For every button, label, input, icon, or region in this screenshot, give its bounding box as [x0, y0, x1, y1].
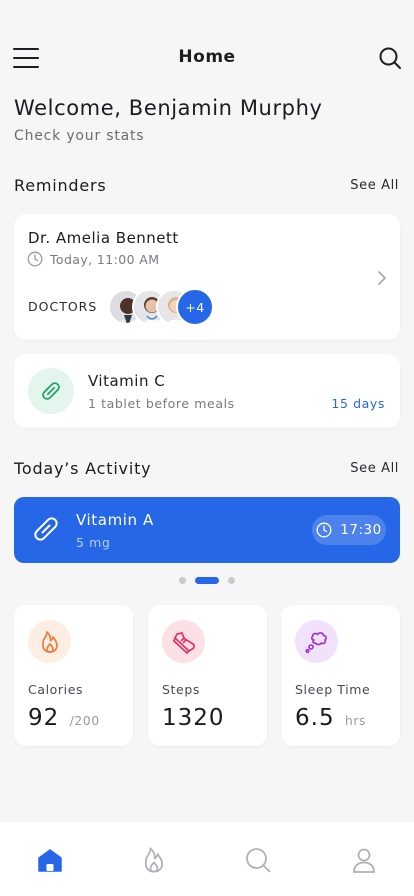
activity-time: 17:30	[340, 522, 382, 538]
home-icon	[38, 849, 62, 872]
tab-profile[interactable]	[350, 846, 378, 874]
stat-value: 1320	[162, 705, 225, 731]
doctor-reminder-card[interactable]: Dr. Amelia Bennett Today, 11:00 AM DOCTO…	[14, 214, 400, 340]
doctor-name: Dr. Amelia Bennett	[28, 229, 179, 247]
flame-icon	[41, 630, 58, 653]
pill-icon	[34, 517, 58, 541]
profile-icon	[353, 848, 375, 873]
doctors-label: DOCTORS	[28, 299, 98, 314]
calories-stat-card[interactable]: Calories 92 /200	[14, 605, 133, 746]
stat-value: 6.5 hrs	[295, 705, 366, 731]
medication-duration: 15 days	[331, 396, 385, 411]
vitamin-reminder-card[interactable]: Vitamin C 1 tablet before meals 15 days	[14, 354, 400, 428]
stat-label: Sleep Time	[295, 682, 371, 697]
medication-name: Vitamin C	[88, 372, 166, 390]
sneaker-icon	[172, 631, 195, 654]
stat-label: Calories	[28, 682, 84, 697]
stat-value: 92 /200	[28, 705, 100, 731]
flame-icon	[144, 847, 164, 873]
activity-title: Today’s Activity	[14, 459, 152, 478]
activity-medication-dose: 5 mg	[76, 535, 111, 550]
clock-icon	[316, 522, 332, 538]
chevron-right-icon[interactable]	[376, 270, 388, 286]
stat-unit: hrs	[344, 713, 366, 728]
stat-unit: /200	[69, 713, 100, 728]
appointment-time: Today, 11:00 AM	[50, 252, 160, 267]
flame-icon-container	[28, 620, 71, 663]
search-icon	[246, 848, 271, 873]
tab-activity[interactable]	[140, 846, 168, 874]
sneaker-icon-container	[162, 620, 205, 663]
steps-stat-card[interactable]: Steps 1320	[148, 605, 267, 746]
search-button[interactable]	[378, 46, 402, 70]
stat-label: Steps	[162, 682, 200, 697]
dream-bubble-icon	[304, 631, 327, 653]
search-icon	[379, 47, 401, 69]
dream-bubble-icon-container	[295, 620, 338, 663]
tab-search[interactable]	[244, 846, 272, 874]
medication-dosage: 1 tablet before meals	[88, 396, 235, 411]
activity-time-chip[interactable]: 17:30	[312, 515, 386, 545]
pager-dot[interactable]	[228, 577, 235, 584]
reminders-see-all-link[interactable]: See All	[350, 178, 399, 193]
pill-icon	[42, 382, 60, 400]
activity-see-all-link[interactable]: See All	[350, 461, 399, 476]
more-doctors-badge[interactable]: +4	[176, 288, 214, 326]
page-title: Home	[178, 47, 236, 67]
pager-dot-active[interactable]	[195, 577, 219, 584]
pill-icon-container	[28, 368, 74, 414]
welcome-heading: Welcome, Benjamin Murphy	[14, 96, 323, 120]
clock-icon	[27, 251, 43, 267]
sleep-stat-card[interactable]: Sleep Time 6.5 hrs	[281, 605, 400, 746]
reminders-title: Reminders	[14, 176, 107, 195]
tab-home[interactable]	[36, 846, 64, 874]
activity-card[interactable]: Vitamin A 5 mg 17:30	[14, 497, 400, 563]
bottom-tab-bar	[0, 822, 414, 896]
welcome-subtitle: Check your stats	[14, 128, 145, 144]
activity-medication-name: Vitamin A	[76, 511, 154, 529]
pager-dot[interactable]	[179, 577, 186, 584]
